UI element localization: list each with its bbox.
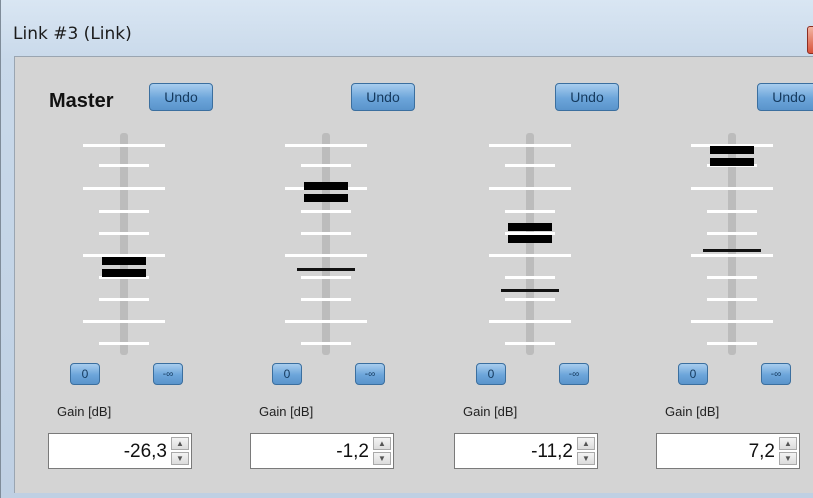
gain-spinbox-3[interactable]: -11,2 ▲ ▼ [454,433,598,469]
gain-label-1: Gain [dB] [57,404,112,419]
titlebar: Link #3 (Link) [1,0,813,54]
fader-thumb-3[interactable] [508,223,552,247]
zero-button-2[interactable]: 0 [272,363,302,385]
scale-tick [301,342,351,345]
scale-tick [691,187,773,190]
spin-arrows: ▲ ▼ [373,437,391,465]
spin-down-icon[interactable]: ▼ [577,452,595,465]
scale-tick [505,298,555,301]
scale-tick [301,276,351,279]
scale-tick [489,187,571,190]
spin-up-icon[interactable]: ▲ [577,437,595,450]
gain-spinbox-4[interactable]: 7,2 ▲ ▼ [656,433,800,469]
scale-tick [707,342,757,345]
scale-tick [285,320,367,323]
undo-button-2[interactable]: Undo [351,83,415,111]
fader-thumb-1[interactable] [102,257,146,281]
scale-tick [99,164,149,167]
gain-value-2[interactable]: -1,2 [336,441,369,463]
gain-label-2: Gain [dB] [259,404,314,419]
scale-tick [505,276,555,279]
undo-button-1[interactable]: Undo [149,83,213,111]
scale-tick [707,232,757,235]
gain-value-3[interactable]: -11,2 [531,441,573,463]
undo-button-3[interactable]: Undo [555,83,619,111]
scale-tick [99,210,149,213]
spin-down-icon[interactable]: ▼ [171,452,189,465]
gain-spinbox-1[interactable]: -26,3 ▲ ▼ [48,433,192,469]
spin-arrows: ▲ ▼ [171,437,189,465]
scale-tick [489,254,571,257]
scale-tick [301,164,351,167]
scale-tick [301,232,351,235]
fader-thumb-4[interactable] [710,146,754,170]
undo-button-4[interactable]: Undo [757,83,813,111]
scale-tick [83,320,165,323]
spin-up-icon[interactable]: ▲ [373,437,391,450]
scale-tick [99,298,149,301]
scale-tick [83,187,165,190]
zero-button-4[interactable]: 0 [678,363,708,385]
scale-tick [707,298,757,301]
minus-infinity-button-3[interactable]: -∞ [559,363,589,385]
spin-up-icon[interactable]: ▲ [171,437,189,450]
minus-infinity-button-1[interactable]: -∞ [153,363,183,385]
zero-button-3[interactable]: 0 [476,363,506,385]
spin-down-icon[interactable]: ▼ [373,452,391,465]
scale-tick [707,210,757,213]
gain-spinbox-2[interactable]: -1,2 ▲ ▼ [250,433,394,469]
minus-infinity-button-4[interactable]: -∞ [761,363,791,385]
gain-label-3: Gain [dB] [463,404,518,419]
scale-tick [489,144,571,147]
scale-tick [691,320,773,323]
spin-down-icon[interactable]: ▼ [779,452,797,465]
minus-infinity-button-2[interactable]: -∞ [355,363,385,385]
spin-arrows: ▲ ▼ [577,437,595,465]
previous-level-marker-3 [501,289,559,292]
gain-label-4: Gain [dB] [665,404,720,419]
scale-tick [285,144,367,147]
scale-tick [83,144,165,147]
scale-tick [691,254,773,257]
master-label: Master [49,90,114,112]
close-button[interactable] [807,26,813,54]
zero-button-1[interactable]: 0 [70,363,100,385]
gain-value-4[interactable]: 7,2 [749,441,775,463]
spin-arrows: ▲ ▼ [779,437,797,465]
scale-tick [285,254,367,257]
fader-panel: Master Undo 0 -∞ Gain [dB] -26,3 ▲ ▼ Und… [14,56,813,493]
scale-tick [301,210,351,213]
scale-tick [99,342,149,345]
scale-tick [99,232,149,235]
fader-thumb-2[interactable] [304,182,348,206]
scale-tick [505,210,555,213]
window-title: Link #3 (Link) [13,24,132,44]
spin-up-icon[interactable]: ▲ [779,437,797,450]
link-window: Link #3 (Link) Master Undo 0 -∞ Gain [dB… [0,0,813,498]
gain-value-1[interactable]: -26,3 [124,441,167,463]
scale-tick [505,342,555,345]
scale-tick [301,298,351,301]
scale-tick [707,276,757,279]
previous-level-marker-4 [703,249,761,252]
previous-level-marker-2 [297,268,355,271]
scale-tick [505,164,555,167]
scale-tick [489,320,571,323]
